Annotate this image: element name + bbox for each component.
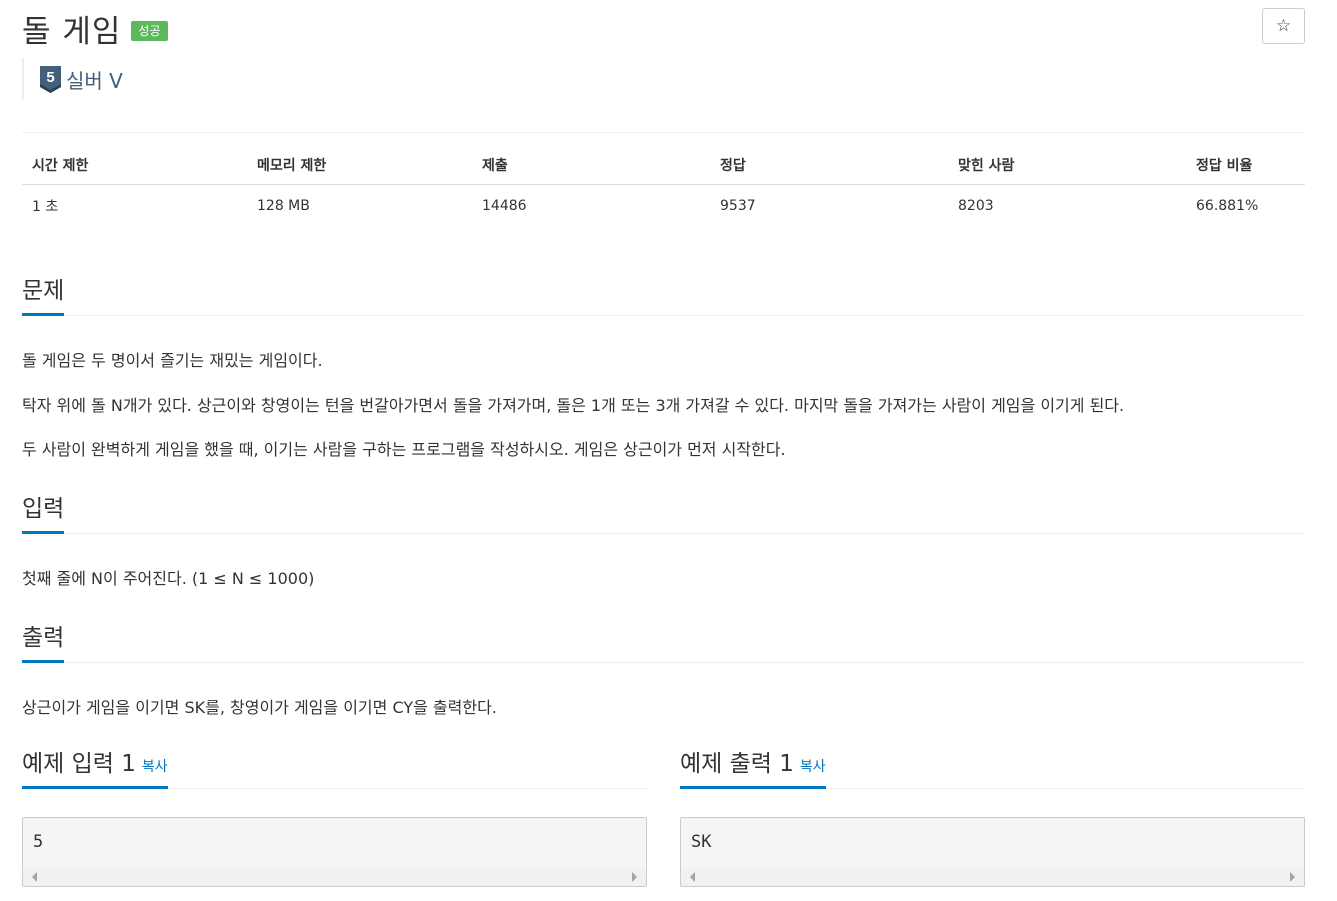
section-output-header: 출력: [22, 618, 1305, 663]
section-input-header: 입력: [22, 489, 1305, 534]
tier-info: 5 실버 V: [22, 58, 123, 100]
value-accepted: 9537: [720, 198, 756, 214]
header-submissions: 제출: [472, 155, 710, 185]
problem-description-3: 두 사람이 완벽하게 게임을 했을 때, 이기는 사람을 구하는 프로그램을 작…: [22, 440, 786, 459]
header-memory-limit: 메모리 제한: [247, 155, 472, 185]
table-row: 1 초 128 MB 14486 9537 8203 66.881%: [22, 185, 1305, 217]
sample-input-content: 5: [33, 832, 44, 852]
value-memory-limit: 128 MB: [257, 198, 310, 214]
header-time-limit: 시간 제한: [22, 155, 247, 185]
horizontal-scrollbar[interactable]: [681, 868, 1304, 886]
sample-output-header: 예제 출력 1 복사: [680, 744, 1305, 789]
title-row: 돌 게임 성공: [22, 6, 168, 50]
section-input-title: 입력: [22, 489, 65, 534]
sample-input-title: 예제 입력 1: [22, 751, 136, 777]
problem-info-table: 시간 제한 메모리 제한 제출 정답 맞힌 사람 정답 비율 1 초 128 M…: [22, 155, 1305, 216]
value-solved-users: 8203: [958, 198, 994, 214]
tier-badge-icon: 5: [40, 65, 61, 93]
problem-description-2: 탁자 위에 돌 N개가 있다. 상근이와 창영이는 턴을 번갈아가면서 돌을 가…: [22, 396, 1125, 415]
sample-output-box[interactable]: SK: [680, 817, 1305, 887]
problem-title: 돌 게임: [22, 13, 122, 50]
scroll-right-icon[interactable]: [632, 872, 637, 882]
scroll-left-icon[interactable]: [32, 872, 37, 882]
value-time-limit: 1 초: [32, 199, 59, 215]
header-solved-users: 맞힌 사람: [948, 155, 1186, 185]
tier-label: 실버 V: [66, 68, 123, 93]
value-submissions: 14486: [482, 198, 527, 214]
sample-output-panel: 예제 출력 1 복사 SK: [680, 744, 1305, 887]
sample-input-header: 예제 입력 1 복사: [22, 744, 647, 789]
output-description: 상근이가 게임을 이기면 SK를, 창영이가 게임을 이기면 CY을 출력한다.: [22, 698, 497, 717]
header-accepted: 정답: [710, 155, 948, 185]
section-problem-title: 문제: [22, 271, 65, 316]
copy-sample-input-button[interactable]: 복사: [142, 759, 168, 775]
divider: [22, 132, 1305, 133]
copy-sample-output-button[interactable]: 복사: [800, 759, 826, 775]
sample-output-content: SK: [691, 832, 712, 852]
value-accept-ratio: 66.881%: [1196, 198, 1259, 214]
input-description: 첫째 줄에 N이 주어진다. (1 ≤ N ≤ 1000): [22, 569, 315, 588]
section-output-title: 출력: [22, 618, 65, 663]
header-accept-ratio: 정답 비율: [1186, 155, 1305, 185]
scroll-left-icon[interactable]: [690, 872, 695, 882]
section-problem-header: 문제: [22, 271, 1305, 316]
sample-output-title: 예제 출력 1: [680, 751, 794, 777]
sample-input-box[interactable]: 5: [22, 817, 647, 887]
scroll-right-icon[interactable]: [1290, 872, 1295, 882]
sample-input-panel: 예제 입력 1 복사 5: [22, 744, 647, 887]
table-header-row: 시간 제한 메모리 제한 제출 정답 맞힌 사람 정답 비율: [22, 155, 1305, 185]
status-badge: 성공: [131, 21, 168, 41]
problem-description-1: 돌 게임은 두 명이서 즐기는 재밌는 게임이다.: [22, 351, 323, 370]
star-button[interactable]: ☆: [1262, 8, 1305, 44]
horizontal-scrollbar[interactable]: [23, 868, 646, 886]
tier-level: 5: [46, 69, 54, 86]
star-icon: ☆: [1275, 16, 1292, 36]
